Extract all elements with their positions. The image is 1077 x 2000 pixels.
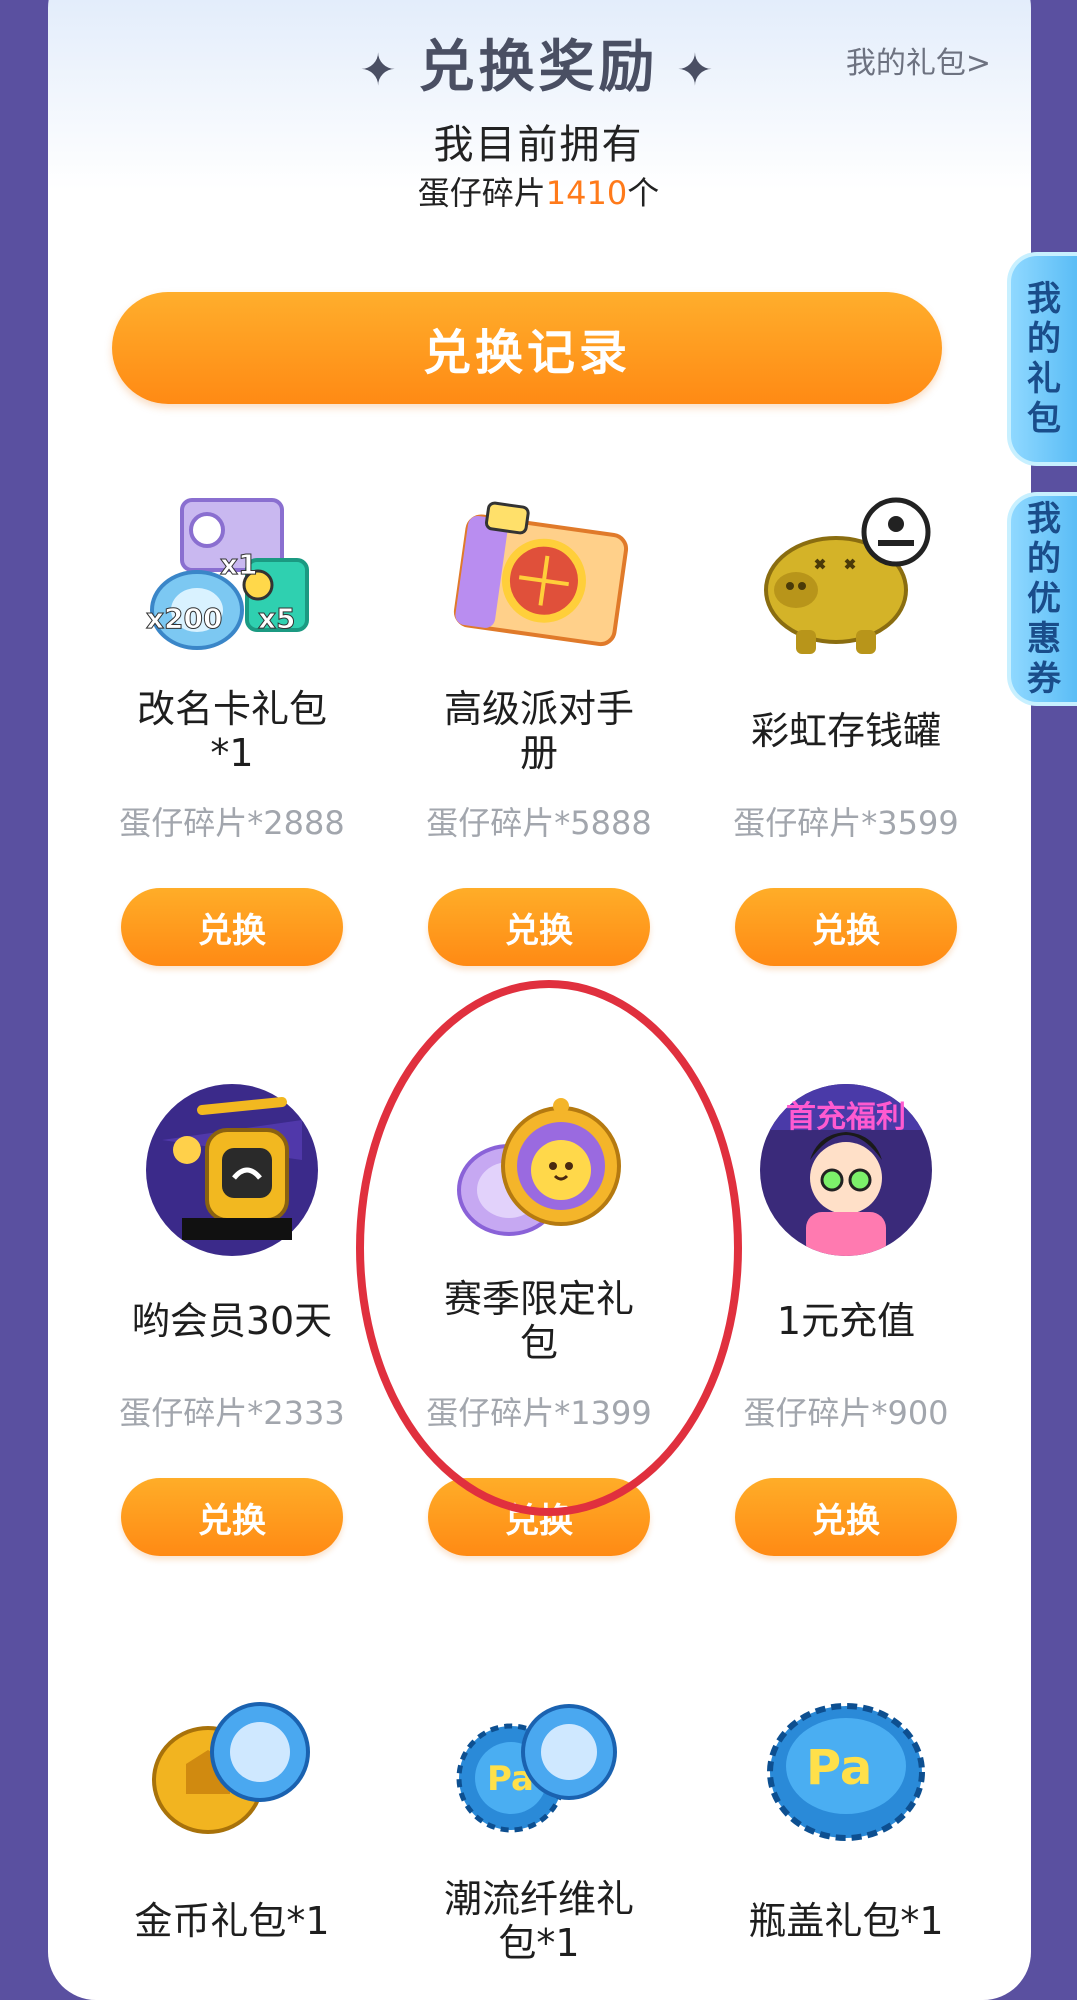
reward-cost: 蛋仔碎片*3599 — [733, 804, 959, 842]
exchange-button[interactable]: 兑换 — [428, 888, 650, 966]
coin-gift-icon — [142, 1680, 322, 1860]
reward-card: 哟会员30天 蛋仔碎片*2333 兑换 — [82, 1080, 382, 1556]
reward-card: x1 x200 x5 改名卡礼包*1 蛋仔碎片*2888 兑换 — [82, 490, 382, 966]
exchange-button[interactable]: 兑换 — [428, 1478, 650, 1556]
badge-x200: x200 — [146, 602, 224, 636]
badge-x5: x5 — [258, 602, 297, 636]
reward-card: 高级派对手册 蛋仔碎片*5888 兑换 — [389, 490, 689, 966]
reward-cost: 蛋仔碎片*2333 — [119, 1394, 345, 1432]
reward-name: 1元充值 — [776, 1299, 916, 1343]
reward-cost: 蛋仔碎片*5888 — [426, 804, 652, 842]
membership-icon — [142, 1080, 322, 1260]
reward-name: 彩虹存钱罐 — [750, 709, 941, 753]
exchange-button[interactable]: 兑换 — [121, 888, 343, 966]
recharge-banner: 首充福利 — [786, 1100, 906, 1135]
reward-card: Pa 瓶盖礼包*1 — [696, 1680, 996, 1966]
recharge-icon: 首充福利 — [756, 1080, 936, 1260]
svg-text:Pa: Pa — [806, 1740, 872, 1796]
exchange-button[interactable]: 兑换 — [735, 1478, 957, 1556]
reward-cost: 蛋仔碎片*1399 — [426, 1394, 652, 1432]
reward-card: 首充福利 1元充值 蛋仔碎片*900 兑换 — [696, 1080, 996, 1556]
reward-name: 赛季限定礼包 — [443, 1277, 634, 1365]
bottle-cap-gift-icon: Pa — [756, 1680, 936, 1860]
reward-card: 彩虹存钱罐 蛋仔碎片*3599 兑换 — [696, 490, 996, 966]
piggy-bank-icon — [756, 490, 936, 670]
reward-card: Pa 潮流纤维礼包*1 — [389, 1680, 689, 1966]
rename-card-gift-icon: x1 x200 x5 — [142, 490, 322, 670]
reward-name: 改名卡礼包*1 — [136, 687, 327, 775]
season-gift-icon — [449, 1080, 629, 1260]
exchange-button[interactable]: 兑换 — [735, 888, 957, 966]
reward-card: 金币礼包*1 — [82, 1680, 382, 1966]
reward-card: 赛季限定礼包 蛋仔碎片*1399 兑换 — [389, 1080, 689, 1556]
reward-cost: 蛋仔碎片*2888 — [119, 804, 345, 842]
fiber-gift-icon: Pa — [449, 1680, 629, 1860]
reward-name: 哟会员30天 — [131, 1299, 333, 1343]
reward-cost: 蛋仔碎片*900 — [743, 1394, 949, 1432]
badge-x1: x1 — [220, 548, 259, 582]
exchange-button[interactable]: 兑换 — [121, 1478, 343, 1556]
reward-grid: x1 x200 x5 改名卡礼包*1 蛋仔碎片*2888 兑换 高级派对手册 蛋… — [0, 0, 1077, 1965]
reward-name: 高级派对手册 — [443, 687, 634, 775]
party-handbook-icon — [449, 490, 629, 670]
